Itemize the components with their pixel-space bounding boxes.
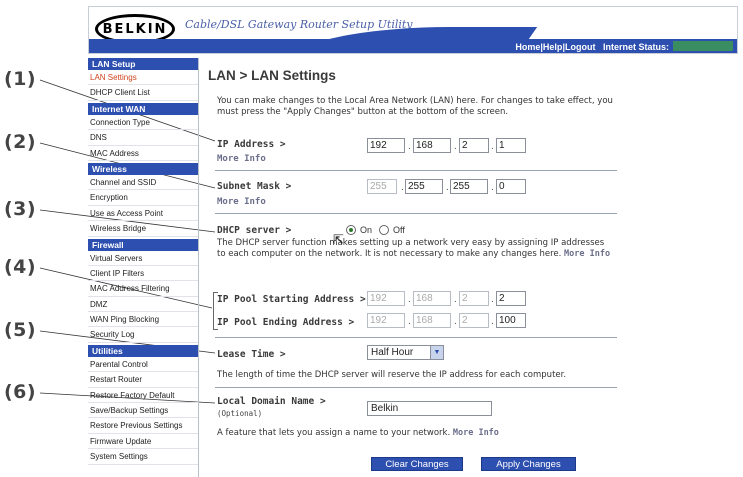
callout-2: (2) [4, 131, 37, 153]
pool-start-octet-1[interactable]: 192 [367, 291, 405, 306]
sidebar-item-dhcp-client-list[interactable]: DHCP Client List [88, 85, 198, 101]
dhcp-off-label: Off [393, 225, 405, 235]
help-link[interactable]: Help [543, 42, 563, 52]
sidebar-item-system-settings[interactable]: System Settings [88, 449, 198, 465]
sidebar-category-firewall[interactable]: Firewall [88, 238, 198, 251]
sidebar-item-mac-address[interactable]: MAC Address [88, 146, 198, 161]
lease-time-label: Lease Time > [217, 349, 286, 360]
sidebar-item-restore-factory[interactable]: Restore Factory Default [88, 388, 198, 404]
sidebar-category-wireless[interactable]: Wireless [88, 162, 198, 175]
pool-start-octet-2[interactable]: 168 [413, 291, 451, 306]
sidebar-item-access-point[interactable]: Use as Access Point [88, 206, 198, 222]
sidebar-item-firmware-update[interactable]: Firmware Update [88, 434, 198, 450]
subnet-octet-4[interactable]: 0 [496, 179, 526, 194]
ip-address-octet-2[interactable]: 168 [413, 138, 451, 153]
sidebar-item-connection-type[interactable]: Connection Type [88, 115, 198, 131]
separator [215, 170, 617, 171]
ip-address-octet-4[interactable]: 1 [496, 138, 526, 153]
subnet-mask-label: Subnet Mask > [217, 181, 292, 192]
callout-6: (6) [4, 381, 37, 403]
local-domain-optional: (Optional) [217, 409, 263, 418]
sidebar-item-restart-router[interactable]: Restart Router [88, 372, 198, 388]
dhcp-more-info[interactable]: More Info [564, 249, 610, 259]
sidebar-item-mac-filtering[interactable]: MAC Address Filtering [88, 281, 198, 297]
sidebar-item-restore-previous[interactable]: Restore Previous Settings [88, 418, 198, 434]
header-title: Cable/DSL Gateway Router Setup Utility [185, 18, 413, 31]
pool-end-octet-4[interactable]: 100 [496, 313, 526, 328]
lease-time-value: Half Hour [371, 347, 414, 358]
header-links: Home|Help|Logout Internet Status: [515, 42, 669, 52]
pool-start-octet-3[interactable]: 2 [459, 291, 489, 306]
subnet-octet-1[interactable]: 255 [367, 179, 397, 194]
ip-address-octet-1[interactable]: 192 [367, 138, 405, 153]
sidebar-item-channel-ssid[interactable]: Channel and SSID [88, 175, 198, 191]
separator [215, 387, 617, 388]
sidebar-category-utilities[interactable]: Utilities [88, 344, 198, 357]
sidebar-item-dmz[interactable]: DMZ [88, 297, 198, 313]
subnet-octet-2[interactable]: 255 [405, 179, 443, 194]
local-domain-input[interactable]: Belkin [367, 401, 492, 416]
separator [215, 337, 617, 338]
sidebar-item-client-ip-filters[interactable]: Client IP Filters [88, 266, 198, 282]
mouse-cursor-icon: ⇱ [333, 232, 344, 247]
local-domain-label: Local Domain Name > [217, 396, 326, 407]
header: BELKIN Cable/DSL Gateway Router Setup Ut… [88, 6, 738, 54]
page-title: LAN > LAN Settings [208, 68, 336, 83]
lease-time-description: The length of time the DHCP server will … [217, 370, 567, 380]
ip-address-octet-3[interactable]: 2 [459, 138, 489, 153]
ip-address-label: IP Address > [217, 139, 286, 150]
logout-link[interactable]: Logout [565, 42, 596, 52]
dhcp-description: The DHCP server function makes setting u… [217, 238, 611, 259]
callout-5: (5) [4, 319, 37, 341]
sidebar-item-wireless-bridge[interactable]: Wireless Bridge [88, 221, 198, 237]
subnet-octet-3[interactable]: 255 [450, 179, 488, 194]
ip-address-more-info[interactable]: More Info [217, 154, 266, 164]
pool-end-octet-1[interactable]: 192 [367, 313, 405, 328]
callout-3: (3) [4, 198, 37, 220]
dhcp-on-label: On [360, 225, 373, 235]
dhcp-server-label: DHCP server > [217, 225, 292, 236]
callout-4: (4) [4, 256, 37, 278]
chevron-down-icon: ▼ [430, 346, 443, 359]
subnet-mask-more-info[interactable]: More Info [217, 197, 266, 207]
home-link[interactable]: Home [515, 42, 540, 52]
dhcp-on-radio[interactable] [346, 225, 356, 235]
internet-status-label: Internet Status: [602, 42, 669, 52]
apply-changes-button[interactable]: Apply Changes [481, 457, 576, 471]
pool-end-octet-2[interactable]: 168 [413, 313, 451, 328]
sidebar-item-encryption[interactable]: Encryption [88, 190, 198, 206]
callout-1: (1) [4, 68, 37, 90]
intro-text: You can make changes to the Local Area N… [217, 96, 613, 117]
sidebar-item-dns[interactable]: DNS [88, 130, 198, 146]
sidebar-category-lan-setup[interactable]: LAN Setup [88, 58, 198, 70]
main-content: LAN > LAN Settings You can make changes … [207, 58, 617, 477]
local-domain-description: A feature that lets you assign a name to… [217, 428, 499, 438]
internet-status-indicator [673, 41, 733, 51]
ip-pool-end-label: IP Pool Ending Address > [217, 317, 355, 328]
separator [215, 213, 617, 214]
sidebar-item-parental-control[interactable]: Parental Control [88, 357, 198, 373]
sidebar-item-virtual-servers[interactable]: Virtual Servers [88, 251, 198, 266]
sidebar: LAN Setup LAN Settings DHCP Client List … [88, 58, 199, 477]
clear-changes-button[interactable]: Clear Changes [371, 457, 463, 471]
sidebar-item-lan-settings[interactable]: LAN Settings [88, 70, 198, 86]
lease-time-select[interactable]: Half Hour ▼ [367, 345, 444, 360]
sidebar-item-wan-ping-blocking[interactable]: WAN Ping Blocking [88, 312, 198, 328]
pool-start-octet-4[interactable]: 2 [496, 291, 526, 306]
ip-pool-start-label: IP Pool Starting Address > [217, 294, 366, 305]
pool-end-octet-3[interactable]: 2 [459, 313, 489, 328]
sidebar-item-security-log[interactable]: Security Log [88, 327, 198, 343]
sidebar-item-save-backup[interactable]: Save/Backup Settings [88, 403, 198, 419]
dhcp-off-radio[interactable] [379, 225, 389, 235]
sidebar-category-internet-wan[interactable]: Internet WAN [88, 102, 198, 115]
local-domain-more-info[interactable]: More Info [453, 428, 499, 438]
